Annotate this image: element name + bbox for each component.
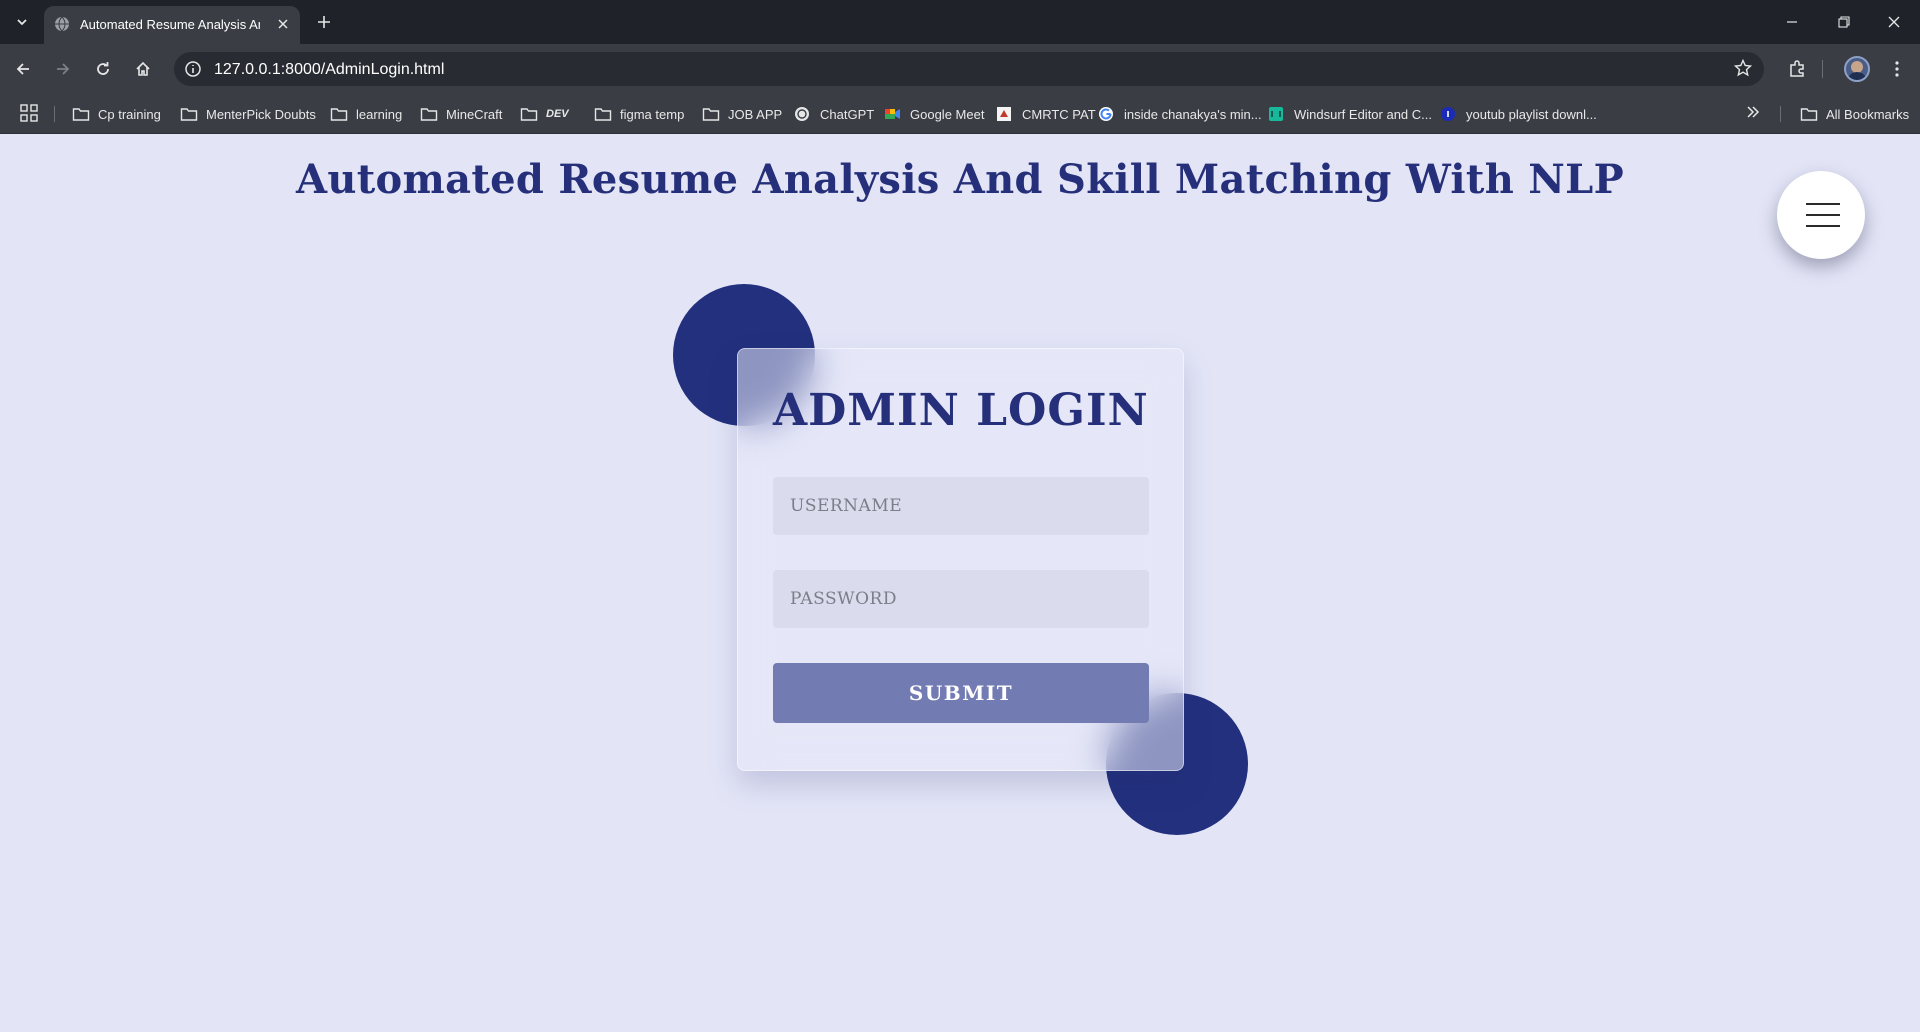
site-icon xyxy=(997,107,1011,121)
tab-close-button[interactable] xyxy=(272,13,294,35)
reload-button[interactable] xyxy=(88,54,118,84)
folder-icon xyxy=(330,108,348,121)
folder-icon xyxy=(702,108,720,121)
password-input[interactable] xyxy=(773,570,1149,628)
bookmark-chatgpt[interactable]: ChatGPT xyxy=(794,102,874,126)
close-icon xyxy=(1888,16,1900,28)
bookmark-cp-training[interactable]: Cp training xyxy=(72,102,161,126)
bookmark-cmrtc-pat[interactable]: CMRTC PAT xyxy=(996,102,1096,126)
browser-tab-bar: Automated Resume Analysis And Skill Matc… xyxy=(0,0,1920,44)
tab-search-button[interactable] xyxy=(8,8,36,36)
avatar-body xyxy=(1847,72,1867,80)
all-bookmarks-label: All Bookmarks xyxy=(1826,106,1910,122)
bookmarks-bar: Cp training MenterPick Doubts learning M… xyxy=(0,94,1920,134)
globe-icon xyxy=(55,16,69,32)
active-tab[interactable]: Automated Resume Analysis And Skill Matc… xyxy=(44,6,300,44)
restore-button[interactable] xyxy=(1822,6,1866,38)
plus-icon xyxy=(318,16,330,28)
bookmark-job-app[interactable]: JOB APP xyxy=(702,102,782,126)
bookmark-minecraft[interactable]: MineCraft xyxy=(420,102,502,126)
site-icon xyxy=(1441,107,1455,121)
bookmark-inside-chanakyas-mind[interactable]: inside chanakya's min... xyxy=(1098,102,1262,126)
username-input[interactable] xyxy=(773,477,1149,535)
toolbar-divider xyxy=(1822,60,1823,78)
bookmark-label: learning xyxy=(356,106,403,122)
folder-icon xyxy=(594,108,612,121)
all-bookmarks-button[interactable]: All Bookmarks xyxy=(1800,102,1909,126)
browser-menu-button[interactable] xyxy=(1882,54,1912,84)
bookmarks-divider xyxy=(1780,106,1781,122)
home-icon xyxy=(136,61,150,76)
bookmark-dev[interactable]: DEV xyxy=(520,102,569,126)
bookmark-google-meet[interactable]: Google Meet xyxy=(884,102,984,126)
bookmark-label: Google Meet xyxy=(910,106,985,122)
page-title: Automated Resume Analysis And Skill Matc… xyxy=(296,156,1624,203)
hamburger-menu-icon xyxy=(1806,214,1840,216)
submit-button[interactable]: SUBMIT xyxy=(773,663,1149,723)
bookmark-label: CMRTC PAT xyxy=(1022,106,1096,122)
chevron-down-icon xyxy=(17,19,27,26)
hamburger-menu-button[interactable] xyxy=(1777,171,1865,259)
hamburger-menu-icon xyxy=(1806,203,1840,205)
bookmark-windsurf-editor[interactable]: Windsurf Editor and C... xyxy=(1268,102,1432,126)
google-meet-icon xyxy=(885,109,900,119)
forward-icon xyxy=(57,63,70,75)
page-viewport: Automated Resume Analysis And Skill Matc… xyxy=(0,134,1920,1032)
close-icon xyxy=(278,19,288,29)
login-heading: ADMIN LOGIN xyxy=(773,385,1149,436)
bookmark-label: Windsurf Editor and C... xyxy=(1294,106,1432,122)
bookmark-youtube-playlist-downloader[interactable]: youtub playlist downl... xyxy=(1440,102,1597,126)
profile-avatar[interactable] xyxy=(1844,56,1870,82)
folder-icon xyxy=(1800,108,1818,121)
info-icon[interactable] xyxy=(184,60,202,78)
chatgpt-icon xyxy=(795,107,809,121)
minimize-icon xyxy=(1787,21,1797,23)
folder-icon xyxy=(180,108,198,121)
back-icon xyxy=(16,63,29,75)
more-bookmarks-button[interactable] xyxy=(1746,102,1760,126)
bookmark-label: inside chanakya's min... xyxy=(1124,106,1262,122)
bookmark-label: DEV xyxy=(546,108,569,120)
minimize-button[interactable] xyxy=(1770,6,1814,38)
browser-toolbar: 127.0.0.1:8000/AdminLogin.html xyxy=(0,44,1920,94)
star-icon xyxy=(1733,58,1753,77)
extensions-icon xyxy=(1790,60,1804,77)
extensions-button[interactable] xyxy=(1782,54,1812,84)
google-icon xyxy=(1099,107,1113,121)
bookmark-label: youtub playlist downl... xyxy=(1466,106,1597,122)
kebab-menu-icon xyxy=(1895,61,1899,77)
folder-icon xyxy=(420,108,438,121)
url-text[interactable]: 127.0.0.1:8000/AdminLogin.html xyxy=(214,61,444,79)
login-card: ADMIN LOGIN SUBMIT xyxy=(737,348,1184,771)
home-button[interactable] xyxy=(128,54,158,84)
address-bar[interactable]: 127.0.0.1:8000/AdminLogin.html xyxy=(174,52,1764,86)
close-window-button[interactable] xyxy=(1872,6,1916,38)
folder-icon xyxy=(72,108,90,121)
bookmark-label: figma temp xyxy=(620,106,685,122)
folder-icon xyxy=(520,108,538,121)
bookmark-star-button[interactable] xyxy=(1733,58,1753,82)
bookmark-label: MineCraft xyxy=(446,106,503,122)
bookmark-learning[interactable]: learning xyxy=(330,102,402,126)
back-button[interactable] xyxy=(8,54,38,84)
forward-button[interactable] xyxy=(48,54,78,84)
new-tab-button[interactable] xyxy=(312,10,336,34)
chevron-double-right-icon xyxy=(1747,106,1760,118)
bookmark-menterpick-doubts[interactable]: MenterPick Doubts xyxy=(180,102,316,126)
bookmark-label: JOB APP xyxy=(728,106,783,122)
bookmark-label: Cp training xyxy=(98,106,161,122)
restore-icon xyxy=(1838,16,1850,28)
hamburger-menu-icon xyxy=(1806,225,1840,227)
apps-grid-icon[interactable] xyxy=(20,104,38,122)
bookmark-label: MenterPick Doubts xyxy=(206,106,316,122)
bookmark-figma-temp[interactable]: figma temp xyxy=(594,102,684,126)
bookmark-label: ChatGPT xyxy=(820,106,875,122)
reload-icon xyxy=(97,62,109,75)
tab-title: Automated Resume Analysis And Skill Matc… xyxy=(80,17,260,32)
windsurf-icon xyxy=(1269,107,1283,121)
bookmarks-divider xyxy=(54,106,55,122)
